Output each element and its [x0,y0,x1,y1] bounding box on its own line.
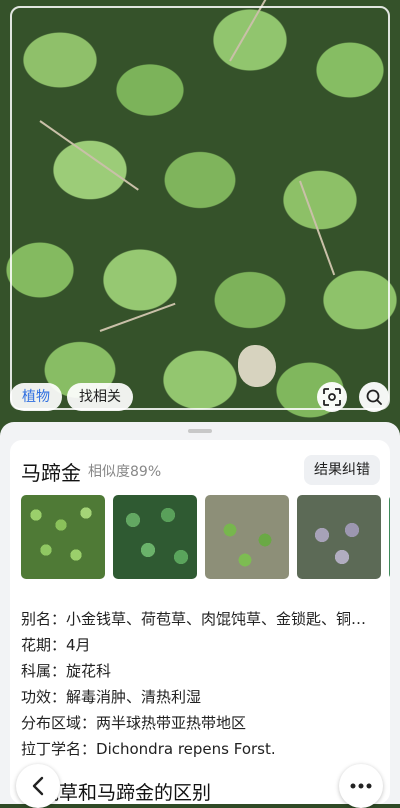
thumbnail-image[interactable] [389,495,390,579]
info-row-flowering: 花期：4月 [21,634,381,655]
info-value: 两半球热带亚热带地区 [96,714,247,732]
scan-button[interactable] [317,382,347,412]
info-row-family: 科属：旋花科 [21,660,381,681]
info-value: 小金钱草、荷苞草、肉馄饨草、金锁匙、铜… [66,610,367,628]
info-key: 花期： [21,636,67,654]
scan-icon [323,388,341,406]
info-row-effect: 功效：解毒消肿、清热利湿 [21,686,381,707]
thumbnail-image[interactable] [205,495,289,579]
similarity-label: 相似度89% [88,464,162,480]
info-key: 科属： [21,662,67,680]
info-value: Dichondra repens Forst. [96,740,276,758]
sheet-grabber[interactable] [188,429,212,433]
info-row-alias: 别名：小金钱草、荷苞草、肉馄饨草、金锁匙、铜… [21,608,381,629]
search-button[interactable] [359,382,389,412]
result-sheet: 马蹄金 相似度89% 结果纠错 别名：小金钱草、荷苞草、肉馄饨草、金锁匙、铜… … [0,422,400,804]
thumbnail-image[interactable] [297,495,381,579]
info-value: 4月 [66,636,91,654]
back-button[interactable] [16,764,60,808]
thumbnail-image[interactable] [113,495,197,579]
photo-frame [10,6,390,410]
info-key: 分布区域： [21,714,97,732]
plant-photo [0,0,400,430]
plant-name: 马蹄金 [21,461,81,485]
info-value: 解毒消肿、清热利湿 [66,688,202,706]
thumbnail-strip[interactable] [21,495,390,579]
info-row-distribution: 分布区域：两半球热带亚热带地区 [21,712,381,733]
result-card: 马蹄金 相似度89% 结果纠错 别名：小金钱草、荷苞草、肉馄饨草、金锁匙、铜… … [10,440,390,804]
correct-result-button[interactable]: 结果纠错 [304,455,380,485]
info-key: 功效： [21,688,67,706]
info-key: 拉丁学名： [21,740,97,758]
info-key: 别名： [21,610,67,628]
info-value: 旋花科 [66,662,112,680]
thumbnail-image[interactable] [21,495,105,579]
search-icon [366,389,382,405]
info-row-latin-name: 拉丁学名：Dichondra repens Forst. [21,738,381,759]
more-button[interactable] [339,764,383,808]
more-icon [350,783,372,789]
chip-find-related[interactable]: 找相关 [67,383,133,411]
chevron-left-icon [32,776,44,796]
chip-plant[interactable]: 植物 [10,383,62,411]
